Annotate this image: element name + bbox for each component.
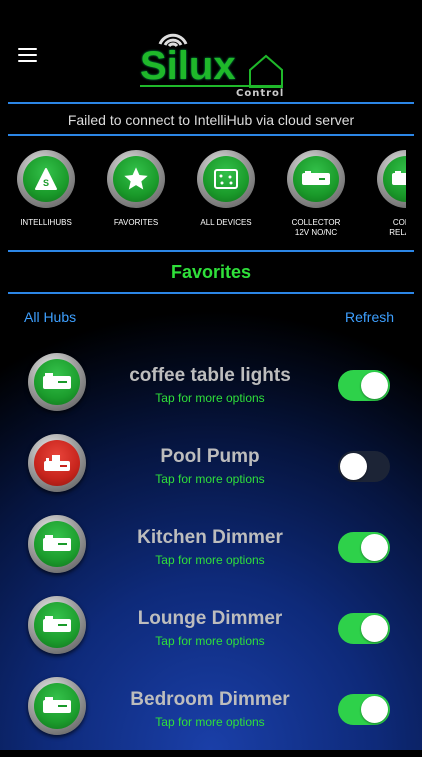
divider xyxy=(8,292,414,294)
category-intellihubs[interactable]: S INTELLIHUBS xyxy=(6,150,86,228)
device-row-pool-pump: Pool Pump Tap for more options xyxy=(0,434,422,514)
category-all-devices[interactable]: ALL DEVICES xyxy=(186,150,266,228)
refresh-link[interactable]: Refresh xyxy=(345,309,394,325)
device-button[interactable] xyxy=(28,515,86,573)
collector-device-icon xyxy=(302,171,330,185)
connection-status: Failed to connect to IntelliHub via clou… xyxy=(67,112,355,128)
category-favorites[interactable]: FAVORITES xyxy=(96,150,176,228)
category-label: COLLE RELAY C xyxy=(389,218,406,237)
intellihub-icon: S xyxy=(35,168,57,190)
power-toggle[interactable] xyxy=(338,532,390,563)
device-name: Lounge Dimmer xyxy=(137,608,283,629)
category-collector-12v[interactable]: COLLECTOR 12V NO/NC xyxy=(276,150,356,238)
device-row-coffee-table-lights: coffee table lights Tap for more options xyxy=(0,353,422,433)
section-title: Favorites xyxy=(170,262,252,282)
device-name: coffee table lights xyxy=(129,365,291,386)
dimmer-device-icon xyxy=(43,373,71,389)
divider xyxy=(8,134,414,136)
device-row-kitchen-dimmer: Kitchen Dimmer Tap for more options xyxy=(0,515,422,595)
device-name: Pool Pump xyxy=(160,446,260,467)
power-toggle[interactable] xyxy=(338,694,390,725)
relay-device-icon xyxy=(392,171,406,185)
power-toggle[interactable] xyxy=(338,613,390,644)
power-toggle[interactable] xyxy=(338,451,390,482)
device-options-link[interactable]: Tap for more options xyxy=(100,472,320,486)
all-devices-icon xyxy=(214,169,238,189)
device-name: Kitchen Dimmer xyxy=(137,527,283,548)
device-button[interactable] xyxy=(28,434,86,492)
divider xyxy=(8,250,414,252)
category-label: COLLECTOR 12V NO/NC xyxy=(291,218,341,237)
device-row-lounge-dimmer: Lounge Dimmer Tap for more options xyxy=(0,596,422,676)
logo-wordmark: Silux xyxy=(140,44,236,88)
device-row-bedroom-dimmer: Bedroom Dimmer Tap for more options xyxy=(0,677,422,757)
device-button[interactable] xyxy=(28,677,86,735)
divider xyxy=(8,102,414,104)
device-name: Bedroom Dimmer xyxy=(130,689,290,710)
dimmer-device-icon xyxy=(43,535,71,551)
device-options-link[interactable]: Tap for more options xyxy=(100,553,320,567)
dimmer-device-icon xyxy=(43,616,71,632)
device-options-link[interactable]: Tap for more options xyxy=(100,634,320,648)
app-logo: Silux Control xyxy=(138,14,288,100)
dimmer-device-icon xyxy=(43,697,71,713)
category-label: FAVORITES xyxy=(113,218,159,227)
power-toggle[interactable] xyxy=(338,370,390,401)
device-options-link[interactable]: Tap for more options xyxy=(100,715,320,729)
category-relay-clipped[interactable]: COLLE RELAY C xyxy=(366,150,406,240)
pump-device-icon xyxy=(44,455,70,471)
device-button[interactable] xyxy=(28,353,86,411)
all-hubs-link[interactable]: All Hubs xyxy=(24,309,76,325)
category-label: INTELLIHUBS xyxy=(20,218,72,227)
star-icon xyxy=(124,167,148,190)
device-button[interactable] xyxy=(28,596,86,654)
svg-text:S: S xyxy=(43,178,49,188)
hamburger-menu-icon[interactable] xyxy=(18,48,38,62)
device-options-link[interactable]: Tap for more options xyxy=(100,391,320,405)
logo-subtitle: Control xyxy=(236,88,285,99)
category-label: ALL DEVICES xyxy=(200,218,252,227)
